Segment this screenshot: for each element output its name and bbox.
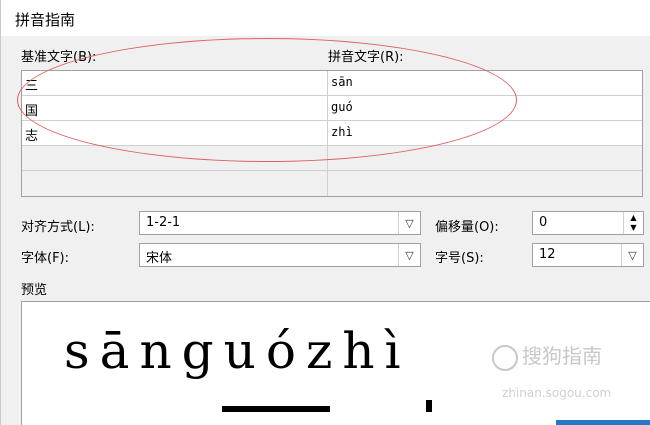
watermark-text: 搜狗指南 bbox=[522, 344, 602, 368]
watermark-url: zhinan.sogou.com bbox=[502, 386, 612, 400]
size-value: 12 bbox=[539, 247, 556, 262]
font-value: 宋体 bbox=[146, 251, 173, 266]
base-text-header: 基准文字(B): bbox=[21, 50, 97, 65]
sogou-logo-icon bbox=[492, 344, 518, 371]
alignment-label: 对齐方式(L): bbox=[21, 220, 95, 235]
preview-base-glyph bbox=[222, 406, 330, 412]
watermark: 搜狗指南 bbox=[492, 340, 602, 371]
base-text-cell bbox=[22, 146, 328, 170]
base-text-cell[interactable]: 国 bbox=[22, 96, 328, 120]
grid-row: 三 sān bbox=[22, 71, 642, 96]
preview-text: sānguózhì bbox=[64, 322, 411, 380]
chevron-down-icon[interactable]: ▽ bbox=[398, 212, 420, 234]
alignment-value: 1-2-1 bbox=[146, 215, 181, 230]
grid-row: 国 guó bbox=[22, 96, 642, 121]
chevron-down-icon[interactable]: ▽ bbox=[621, 244, 643, 266]
alignment-select[interactable]: 1-2-1 ▽ bbox=[139, 211, 421, 235]
ruby-text-cell bbox=[328, 171, 642, 196]
size-select[interactable]: 12 ▽ bbox=[532, 243, 644, 267]
phonetic-grid: 三 sān 国 guó 志 zhì bbox=[21, 70, 643, 197]
ruby-text-cell[interactable]: zhì bbox=[328, 121, 642, 145]
ruby-text-cell[interactable]: sān bbox=[328, 71, 642, 95]
ruby-text-header: 拼音文字(R): bbox=[328, 50, 404, 65]
preview-label: 预览 bbox=[21, 283, 48, 298]
base-text-cell[interactable]: 志 bbox=[22, 121, 328, 145]
ruby-text-cell bbox=[328, 146, 642, 170]
ok-button-edge[interactable] bbox=[556, 420, 650, 425]
grid-row bbox=[22, 146, 642, 171]
size-label: 字号(S): bbox=[435, 251, 484, 266]
phonetic-guide-dialog: 拼音指南 基准文字(B): 拼音文字(R): 三 sān 国 guó 志 zhì… bbox=[0, 0, 650, 425]
offset-value: 0 bbox=[539, 215, 548, 230]
title-bar: 拼音指南 bbox=[1, 0, 650, 36]
ruby-text-cell[interactable]: guó bbox=[328, 96, 642, 120]
offset-stepper[interactable]: 0 ▲ ▼ bbox=[532, 211, 644, 235]
grid-row bbox=[22, 171, 642, 196]
spinner-icon[interactable]: ▲ ▼ bbox=[623, 212, 643, 234]
base-text-cell bbox=[22, 171, 328, 196]
dialog-title: 拼音指南 bbox=[15, 11, 76, 29]
preview-pane: sānguózhì 搜狗指南 zhinan.sogou.com bbox=[21, 301, 650, 425]
base-text-cell[interactable]: 三 bbox=[22, 71, 328, 95]
font-select[interactable]: 宋体 ▽ bbox=[139, 243, 421, 267]
preview-base-glyph bbox=[426, 400, 432, 412]
grid-row: 志 zhì bbox=[22, 121, 642, 146]
font-label: 字体(F): bbox=[21, 251, 70, 266]
offset-label: 偏移量(O): bbox=[435, 220, 499, 235]
chevron-down-icon[interactable]: ▽ bbox=[398, 244, 420, 266]
